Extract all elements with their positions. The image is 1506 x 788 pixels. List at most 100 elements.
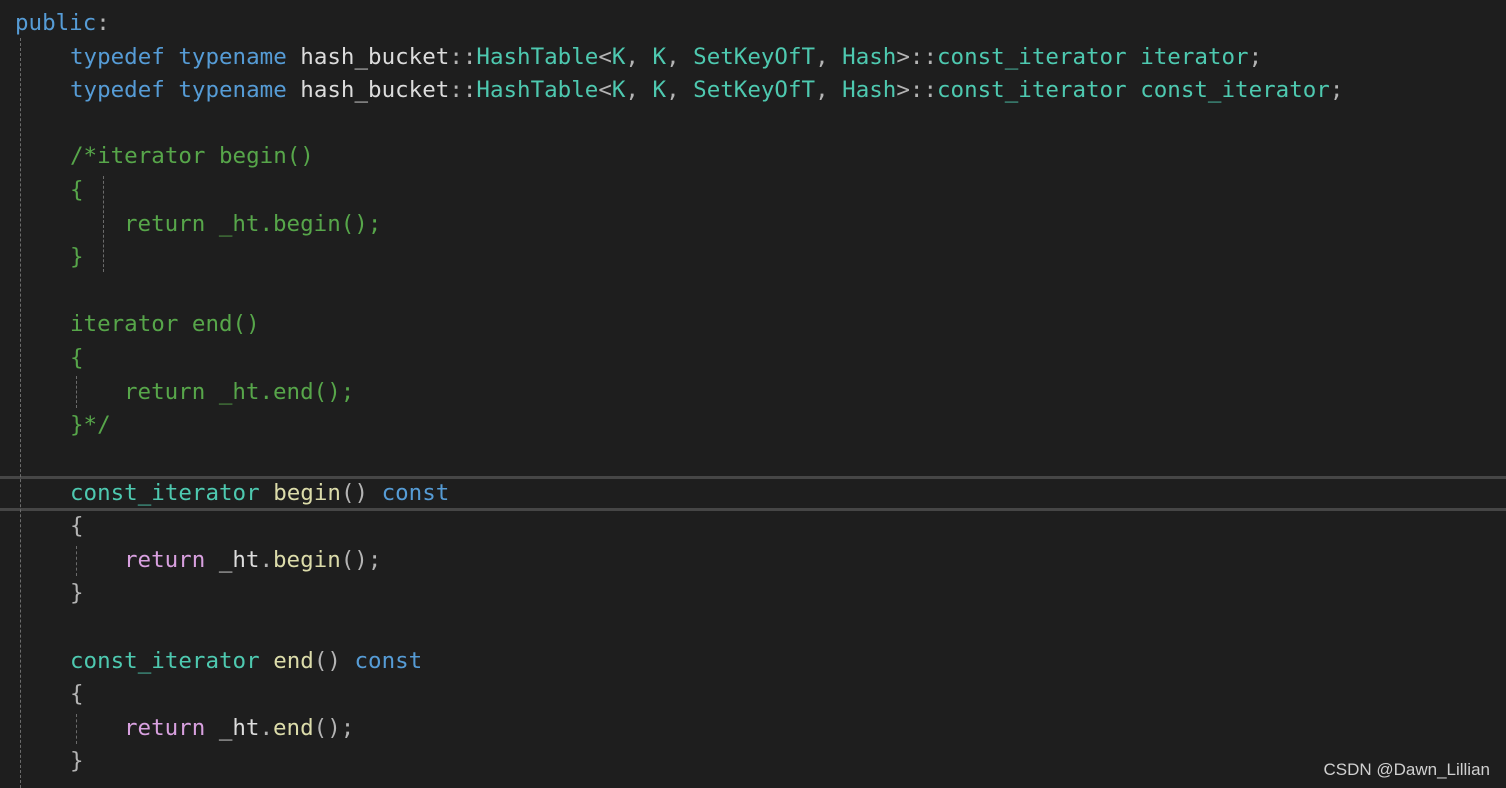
code-token-type: iterator: [1140, 44, 1249, 70]
code-token-fn: end: [273, 715, 314, 741]
code-token-punc: .: [259, 547, 274, 573]
code-token-type: SetKeyOfT: [693, 44, 816, 70]
code-token-type: K: [611, 77, 626, 103]
line-content: typedef typename hash_bucket::HashTable<…: [70, 40, 1262, 74]
line-content: {: [70, 509, 84, 543]
code-line[interactable]: const_iterator end() const: [0, 644, 1506, 678]
code-token-punc: {: [70, 681, 84, 707]
code-token-punc: ::: [449, 44, 477, 70]
code-token-type: K: [652, 77, 667, 103]
code-token-punc: <: [598, 44, 612, 70]
code-line[interactable]: const_iterator begin() const: [0, 476, 1506, 510]
code-token-punc: ,: [666, 77, 694, 103]
line-content: }: [70, 744, 84, 778]
code-token-ident: _ht: [205, 715, 260, 741]
code-line[interactable]: {: [0, 173, 1506, 207]
code-token-comment: return _ht.begin();: [124, 211, 382, 237]
code-line[interactable]: {: [0, 677, 1506, 711]
line-content: {: [70, 173, 84, 207]
code-token-punc: ,: [815, 44, 843, 70]
code-token-punc: ,: [625, 77, 653, 103]
code-line[interactable]: typedef typename hash_bucket::HashTable<…: [0, 40, 1506, 74]
code-token-type: const_iterator: [70, 648, 260, 674]
code-token-comment: iterator end(): [70, 311, 260, 337]
code-line[interactable]: public:: [0, 6, 1506, 40]
line-content: }: [70, 576, 84, 610]
line-content: typedef typename hash_bucket::HashTable<…: [70, 73, 1343, 107]
code-token-punc: }: [70, 580, 84, 606]
line-content: /*iterator begin(): [70, 139, 314, 173]
line-content: return _ht.end();: [124, 375, 354, 409]
code-token-type: HashTable: [476, 44, 599, 70]
code-token-type: K: [611, 44, 626, 70]
code-token-comment: {: [70, 177, 84, 203]
code-token-punc: ;: [1248, 44, 1263, 70]
code-token-type: HashTable: [476, 77, 599, 103]
code-token-ident: hash_bucket: [286, 77, 450, 103]
code-editor[interactable]: public: typedef typename hash_bucket::Ha…: [0, 0, 1506, 788]
code-line[interactable]: iterator end(): [0, 307, 1506, 341]
code-token-punc: >::: [896, 77, 937, 103]
code-line[interactable]: }: [0, 240, 1506, 274]
code-token-ident: hash_bucket: [286, 44, 450, 70]
code-line[interactable]: {: [0, 341, 1506, 375]
line-content: }: [70, 240, 84, 274]
code-token-ctrl: return: [124, 715, 206, 741]
code-token-kw: typedef: [70, 77, 165, 103]
code-token-punc: ;: [1329, 77, 1344, 103]
code-line[interactable]: }: [0, 744, 1506, 778]
code-token-type: const_iterator: [1140, 77, 1330, 103]
code-token-type: Hash: [842, 44, 897, 70]
code-line[interactable]: [0, 442, 1506, 476]
code-token-ident: _ht: [205, 547, 260, 573]
code-token-kw: public: [15, 10, 97, 36]
code-token-fn: begin: [273, 547, 341, 573]
code-token-comment: }*/: [70, 412, 111, 438]
code-token-type: const_iterator: [937, 77, 1127, 103]
line-content: const_iterator begin() const: [70, 476, 449, 510]
code-token-kw: const: [381, 480, 450, 506]
code-token-punc: <: [598, 77, 612, 103]
code-token-ident: [260, 648, 274, 674]
code-line[interactable]: /*iterator begin(): [0, 139, 1506, 173]
code-token-ident: [165, 44, 179, 70]
code-token-punc: (): [340, 480, 382, 506]
code-line[interactable]: }*/: [0, 408, 1506, 442]
code-token-ident: [165, 77, 179, 103]
code-line[interactable]: [0, 106, 1506, 140]
code-token-comment: return _ht.end();: [124, 379, 355, 405]
code-token-type: K: [652, 44, 667, 70]
code-line[interactable]: return _ht.begin();: [0, 207, 1506, 241]
code-token-punc: >::: [896, 44, 937, 70]
code-line[interactable]: return _ht.begin();: [0, 543, 1506, 577]
code-line[interactable]: return _ht.end();: [0, 711, 1506, 745]
code-token-fn: begin: [273, 480, 341, 506]
code-line[interactable]: }: [0, 576, 1506, 610]
code-token-ident: [260, 480, 274, 506]
line-content: return _ht.begin();: [124, 543, 381, 577]
code-token-type: Hash: [842, 77, 897, 103]
code-line[interactable]: [0, 610, 1506, 644]
line-content: const_iterator end() const: [70, 644, 422, 678]
code-token-ctrl: return: [124, 547, 206, 573]
code-token-fn: end: [273, 648, 314, 674]
code-token-ident: [1127, 44, 1141, 70]
line-content: return _ht.end();: [124, 711, 354, 745]
line-content: iterator end(): [70, 307, 260, 341]
line-content: return _ht.begin();: [124, 207, 381, 241]
code-line[interactable]: {: [0, 509, 1506, 543]
code-line[interactable]: typedef typename hash_bucket::HashTable<…: [0, 73, 1506, 107]
code-token-type: const_iterator: [937, 44, 1127, 70]
code-line[interactable]: return _ht.end();: [0, 375, 1506, 409]
code-token-comment: {: [70, 345, 84, 371]
code-token-punc: :: [96, 10, 110, 36]
code-token-punc: ,: [625, 44, 653, 70]
code-token-punc: }: [70, 748, 84, 774]
line-content: {: [70, 677, 84, 711]
code-line[interactable]: [0, 274, 1506, 308]
line-content: public:: [15, 6, 110, 40]
code-token-punc: ();: [313, 715, 355, 741]
code-token-ident: [1127, 77, 1141, 103]
code-token-type: const_iterator: [70, 480, 260, 506]
line-content: }*/: [70, 408, 111, 442]
